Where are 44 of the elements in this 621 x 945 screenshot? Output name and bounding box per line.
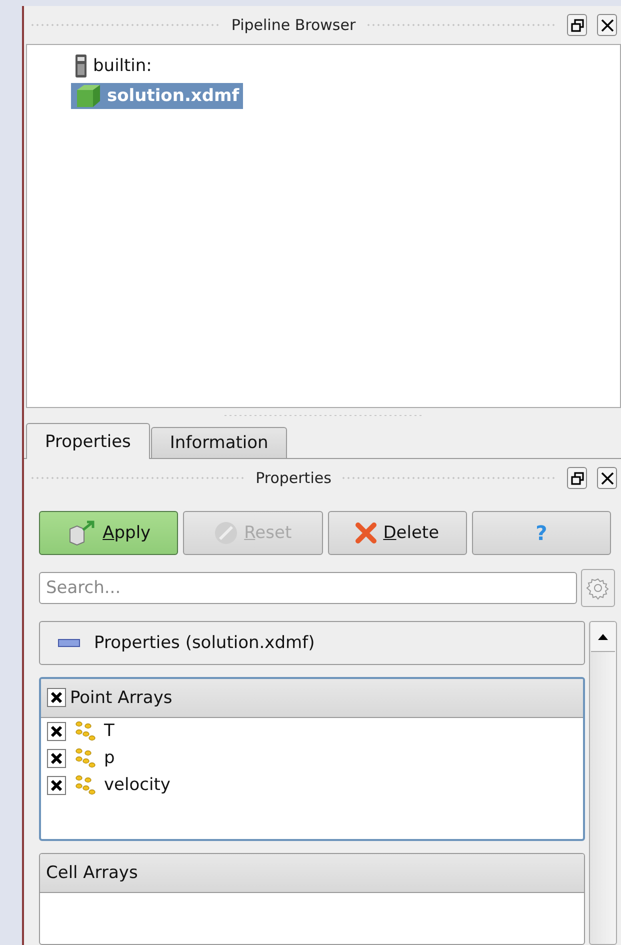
check-icon xyxy=(50,752,63,765)
close-button[interactable] xyxy=(597,14,618,36)
up-arrow-icon xyxy=(597,632,609,640)
settings-button[interactable] xyxy=(581,569,615,607)
float-button[interactable] xyxy=(567,467,587,489)
column-header: Cell Arrays xyxy=(46,863,138,884)
point-data-icon xyxy=(74,748,96,768)
tab[interactable]: Information xyxy=(150,427,288,458)
array-name: p xyxy=(104,748,115,768)
delete-button[interactable]: Delete xyxy=(328,511,467,555)
section-header[interactable]: Properties (solution.xdmf) xyxy=(39,621,585,665)
no-entry-icon xyxy=(214,521,238,545)
close-icon xyxy=(600,472,614,484)
checkbox[interactable] xyxy=(47,748,66,768)
checkbox[interactable] xyxy=(47,776,66,795)
array-name: velocity xyxy=(104,775,170,796)
tree-item[interactable]: builtin: xyxy=(71,53,156,79)
delete-icon xyxy=(355,522,378,544)
collapse-icon xyxy=(58,638,80,647)
check-icon xyxy=(50,778,63,792)
point-data-icon xyxy=(74,775,96,796)
float-icon xyxy=(570,472,584,484)
close-icon xyxy=(600,18,614,32)
check-icon xyxy=(50,724,63,738)
checkbox[interactable] xyxy=(47,722,66,741)
apply-button[interactable]: Apply xyxy=(39,511,178,555)
close-button[interactable] xyxy=(597,467,617,489)
server-icon xyxy=(75,54,87,78)
search-field[interactable]: Search... xyxy=(39,572,577,604)
check-icon xyxy=(50,691,63,704)
cube-icon xyxy=(75,84,101,108)
panel-title: Properties xyxy=(256,469,332,487)
scrollbar[interactable] xyxy=(589,621,617,945)
point-data-icon xyxy=(74,721,96,742)
tab[interactable]: Properties xyxy=(26,423,150,459)
apply-icon xyxy=(66,520,97,546)
gear-icon xyxy=(586,576,610,600)
column-header: Point Arrays xyxy=(70,688,172,708)
scroll-up-button[interactable] xyxy=(591,622,615,652)
panel-title: Pipeline Browser xyxy=(231,16,356,34)
float-icon xyxy=(570,18,584,32)
array-name: T xyxy=(104,721,114,742)
checkbox[interactable] xyxy=(47,688,66,708)
float-button[interactable] xyxy=(567,14,588,36)
